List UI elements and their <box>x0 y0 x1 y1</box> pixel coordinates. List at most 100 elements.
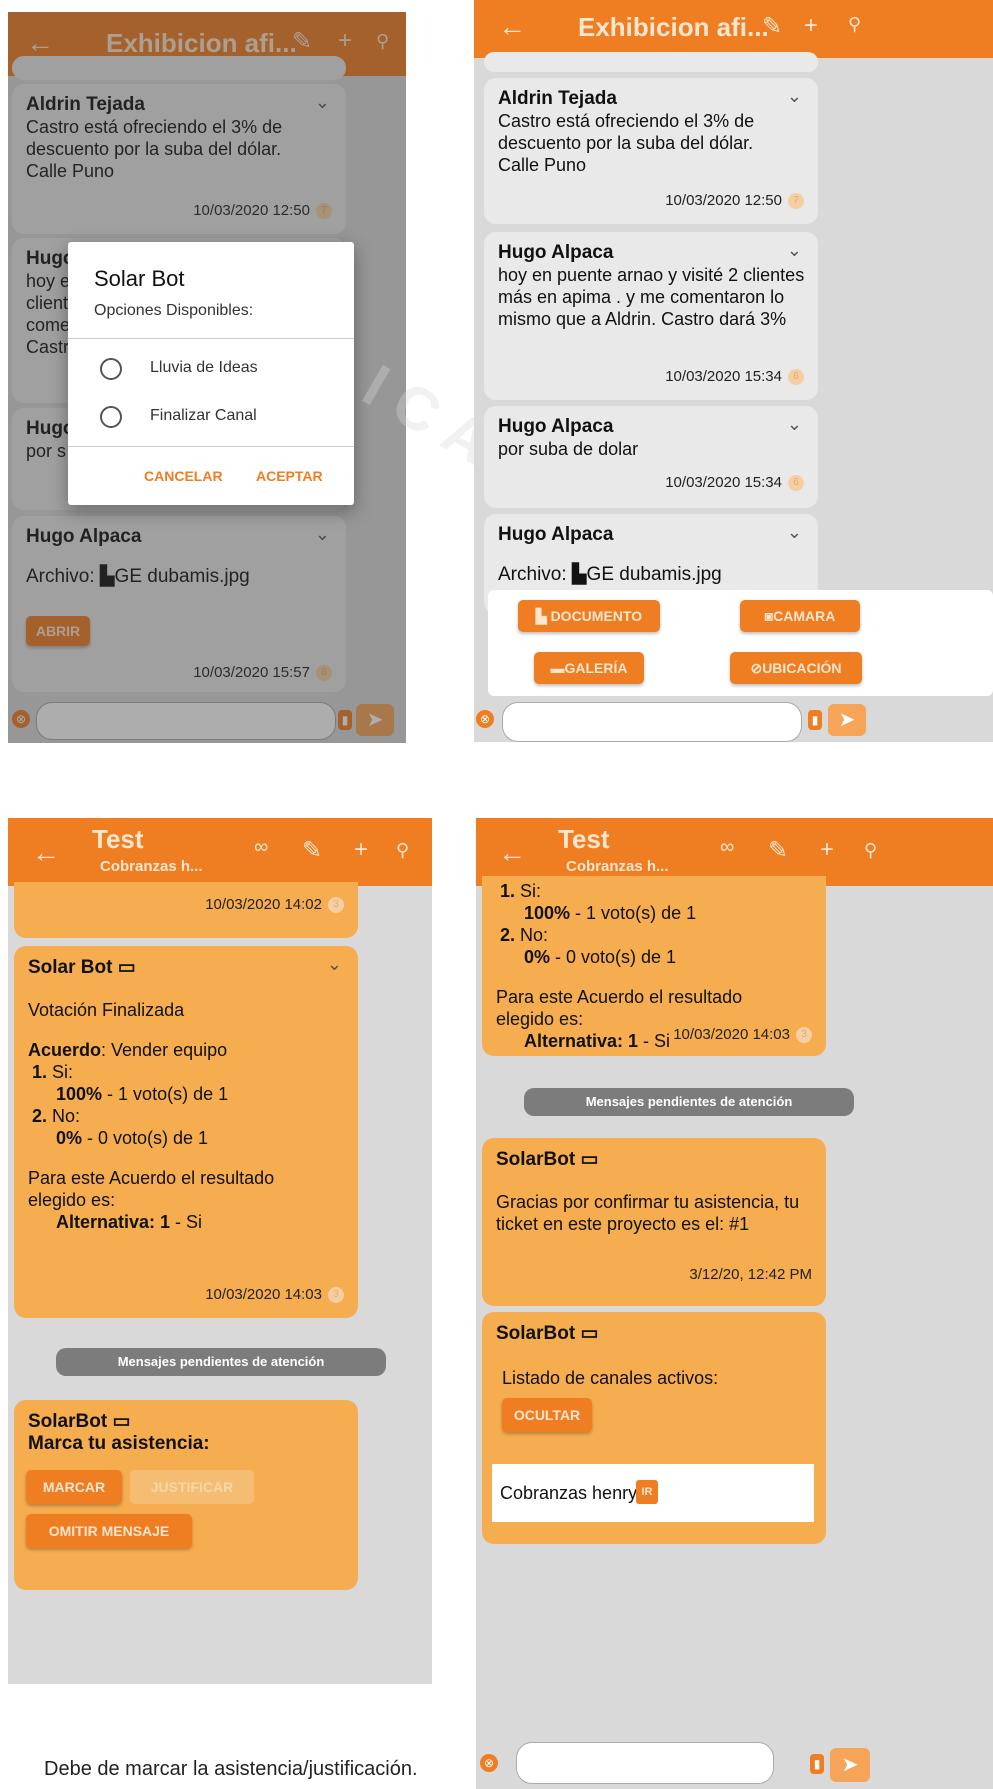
chevron-down-icon[interactable]: ⌄ <box>787 240 802 261</box>
option-2-votes-line: 0% - 0 voto(s) de 1 <box>496 946 812 968</box>
channel-subtitle: Cobranzas h... <box>100 858 203 875</box>
mic-icon[interactable]: ▮ <box>808 710 822 730</box>
message-time: 10/03/2020 14:02 <box>205 896 322 913</box>
message-text: por suba de dolar <box>498 439 639 459</box>
message-meta: 10/03/2020 14:03 3 <box>205 1286 344 1304</box>
alternative-line: Alternativa: 1 - Si <box>28 1211 344 1233</box>
message-input[interactable] <box>502 702 802 742</box>
result-text: Para este Acuerdo el resultado elegido e… <box>28 1168 275 1210</box>
link-icon[interactable]: ∞ <box>254 836 268 859</box>
search-icon[interactable]: ⚲ <box>848 14 861 35</box>
bot-name: SolarBot <box>496 1149 576 1170</box>
add-icon[interactable]: + <box>820 836 834 864</box>
mark-button[interactable]: MARCAR <box>26 1470 122 1504</box>
back-arrow-icon[interactable]: ← <box>32 838 60 868</box>
attendance-prompt: Marca tu asistencia: <box>28 1433 210 1454</box>
result-text: Para este Acuerdo el resultado elegido e… <box>496 987 743 1029</box>
accept-button[interactable]: ACEPTAR <box>256 468 323 484</box>
location-button[interactable]: ⊘UBICACIÓN <box>730 652 862 684</box>
screen-3: ← Test Cobranzas h... ∞ ✎ + ⚲ 10/03/2020… <box>8 818 432 1742</box>
bot-author: SolarBot ▭ <box>496 1322 812 1345</box>
option-1-votes-line: 100% - 1 voto(s) de 1 <box>496 902 812 924</box>
skip-message-button[interactable]: OMITIR MENSAJE <box>26 1514 192 1548</box>
caption-bg <box>8 1684 432 1742</box>
message-card[interactable]: ⌄ Hugo Alpaca hoy en puente arnao y visi… <box>484 232 818 400</box>
chevron-down-icon[interactable]: ⌄ <box>787 522 802 543</box>
read-count-badge: 6 <box>788 475 804 492</box>
bot-author: SolarBot ▭ <box>496 1148 812 1171</box>
option-2-label: No: <box>47 1106 81 1126</box>
send-icon[interactable]: ➤ <box>830 1748 870 1782</box>
camera-button[interactable]: ◙CAMARA <box>740 600 860 632</box>
chevron-down-icon[interactable]: ⌄ <box>327 954 342 975</box>
close-attach-icon[interactable]: ⊗ <box>476 710 494 728</box>
chevron-down-icon[interactable]: ⌄ <box>787 414 802 435</box>
channels-card[interactable]: SolarBot ▭ Listado de canales activos: O… <box>482 1312 826 1544</box>
message-time: 10/03/2020 12:50 <box>665 192 782 209</box>
message-author: Aldrin Tejada <box>498 88 617 109</box>
location-icon: ⊘ <box>750 660 763 676</box>
camera-icon: ◙ <box>764 608 774 624</box>
bot-author: Solar Bot ▭ <box>28 956 344 979</box>
link-icon[interactable]: ∞ <box>720 836 734 859</box>
edit-pencil-icon[interactable]: ✎ <box>768 836 788 865</box>
screen-2: ← Exhibicion afi... ✎ + ⚲ ⌄ Aldrin Tejad… <box>474 0 993 742</box>
screen-4: ← Test Cobranzas h... ∞ ✎ + ⚲ 1. Si: 100… <box>476 818 993 1789</box>
edit-pencil-icon[interactable]: ✎ <box>762 12 782 41</box>
option-1-votes: - 1 voto(s) de 1 <box>570 903 697 923</box>
send-icon[interactable]: ➤ <box>828 704 866 736</box>
bot-name: SolarBot <box>28 1411 108 1432</box>
pending-messages-divider: Mensajes pendientes de atención <box>56 1348 386 1376</box>
message-card[interactable]: ⌄ Aldrin Tejada Castro está ofreciendo e… <box>484 78 818 224</box>
alternative-label: Alternativa: 1 <box>56 1212 171 1232</box>
option-1-label: Si: <box>47 1062 74 1082</box>
radio-icon[interactable] <box>100 406 122 428</box>
file-icon: ▙ <box>571 564 587 585</box>
alternative-value: - Si <box>638 1031 671 1051</box>
mic-icon[interactable]: ▮ <box>810 1754 824 1774</box>
search-icon[interactable]: ⚲ <box>396 840 409 861</box>
option-2-number: 2. <box>32 1106 48 1126</box>
option-2-line: 2. No: <box>28 1105 344 1127</box>
location-label: UBICACIÓN <box>762 660 842 676</box>
message-input[interactable] <box>516 1742 774 1784</box>
message-author: Hugo Alpaca <box>498 524 614 545</box>
close-attach-icon[interactable]: ⊗ <box>480 1754 498 1772</box>
message-card-partial <box>484 52 818 72</box>
radio-icon[interactable] <box>100 358 122 380</box>
file-line: Archivo: ▙GE dubamis.jpg <box>498 564 804 586</box>
add-icon[interactable]: + <box>354 836 368 864</box>
confirmation-text: Gracias por confirmar tu asistencia, tu … <box>496 1192 800 1234</box>
app-bar: ← Test Cobranzas h... ∞ ✎ + ⚲ <box>8 818 432 886</box>
alternative-label: Alternativa: 1 <box>524 1031 639 1051</box>
message-author: Hugo Alpaca <box>498 416 614 437</box>
app-bar: ← Exhibicion afi... ✎ + ⚲ <box>474 0 993 58</box>
hide-button[interactable]: OCULTAR <box>502 1398 592 1432</box>
read-count-badge: 3 <box>328 897 344 914</box>
channel-title: Exhibicion afi... <box>578 12 769 42</box>
go-button[interactable]: IR <box>636 1480 658 1504</box>
option-2-line: 2. No: <box>496 924 812 946</box>
channels-label: Listado de canales activos: <box>502 1368 719 1388</box>
justify-button[interactable]: JUSTIFICAR <box>130 1470 254 1504</box>
gallery-button[interactable]: ▬GALERÍA <box>534 652 644 684</box>
cancel-button[interactable]: CANCELAR <box>144 468 223 484</box>
back-arrow-icon[interactable]: ← <box>498 12 526 42</box>
attendance-card[interactable]: SolarBot ▭ Marca tu asistencia: MARCAR J… <box>14 1400 358 1590</box>
chevron-down-icon[interactable]: ⌄ <box>787 86 802 107</box>
edit-pencil-icon[interactable]: ✎ <box>302 836 322 865</box>
channel-list-item[interactable]: Cobranzas henry IR <box>492 1464 814 1522</box>
confirmation-card[interactable]: SolarBot ▭ Gracias por confirmar tu asis… <box>482 1138 826 1306</box>
message-card[interactable]: ⌄ Hugo Alpaca por suba de dolar 10/03/20… <box>484 406 818 508</box>
vote-result-card[interactable]: 1. Si: 100% - 1 voto(s) de 1 2. No: 0% -… <box>482 876 826 1056</box>
add-icon[interactable]: + <box>804 12 818 40</box>
option-2-percent: 0% <box>524 947 551 967</box>
document-button[interactable]: ▙ DOCUMENTO <box>518 600 660 632</box>
search-icon[interactable]: ⚲ <box>864 840 877 861</box>
vote-result-card[interactable]: ⌄ Solar Bot ▭ Votación Finalizada Acuerd… <box>14 946 358 1318</box>
bot-author: SolarBot ▭ <box>28 1410 344 1433</box>
dialog-divider <box>68 338 354 339</box>
option-label: Finalizar Canal <box>150 407 257 424</box>
message-meta: 10/03/2020 14:03 3 <box>673 1026 812 1044</box>
back-arrow-icon[interactable]: ← <box>498 838 526 868</box>
